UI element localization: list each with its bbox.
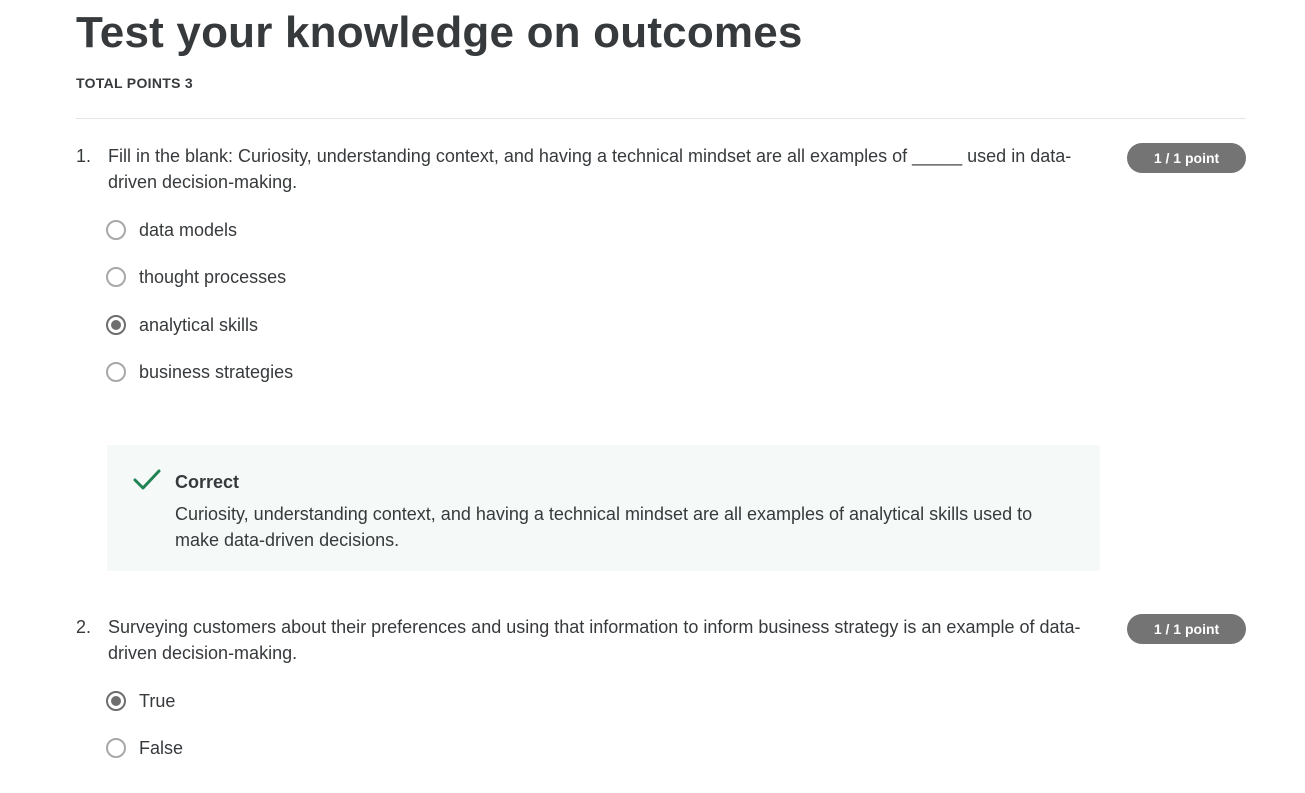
quiz-page: Test your knowledge on outcomes TOTAL PO… bbox=[0, 0, 1305, 793]
option-label: True bbox=[139, 690, 176, 711]
radio-button-selected[interactable] bbox=[106, 691, 126, 711]
radio-button[interactable] bbox=[106, 738, 126, 758]
total-points: TOTAL POINTS 3 bbox=[76, 75, 193, 91]
feedback-box: Correct Curiosity, understanding context… bbox=[107, 445, 1100, 571]
feedback-status: Correct bbox=[175, 472, 240, 492]
score-badge: 1 / 1 point bbox=[1127, 143, 1246, 173]
option-label: data models bbox=[139, 219, 238, 240]
option-false[interactable]: False bbox=[106, 735, 183, 761]
option-thought-processes[interactable]: thought processes bbox=[106, 264, 286, 290]
page-title: Test your knowledge on outcomes bbox=[76, 8, 803, 57]
option-label: analytical skills bbox=[139, 314, 259, 335]
question-number: 1. bbox=[76, 146, 92, 166]
feedback-text: Curiosity, understanding context, and ha… bbox=[175, 504, 1033, 550]
radio-button[interactable] bbox=[106, 362, 126, 382]
option-data-models[interactable]: data models bbox=[106, 217, 237, 243]
question-text: Surveying customers about their preferen… bbox=[108, 617, 1081, 663]
score-badge: 1 / 1 point bbox=[1127, 614, 1246, 644]
question-text: Fill in the blank: Curiosity, understand… bbox=[108, 146, 1072, 192]
option-analytical-skills[interactable]: analytical skills bbox=[106, 312, 258, 338]
option-business-strategies[interactable]: business strategies bbox=[106, 359, 293, 385]
radio-button[interactable] bbox=[106, 267, 126, 287]
divider bbox=[76, 118, 1246, 119]
checkmark-icon bbox=[133, 469, 161, 490]
radio-button[interactable] bbox=[106, 220, 126, 240]
radio-button-selected[interactable] bbox=[106, 315, 126, 335]
option-true[interactable]: True bbox=[106, 688, 175, 714]
option-label: thought processes bbox=[139, 266, 287, 287]
option-label: False bbox=[139, 737, 184, 758]
question-number: 2. bbox=[76, 617, 92, 637]
option-label: business strategies bbox=[139, 361, 294, 382]
